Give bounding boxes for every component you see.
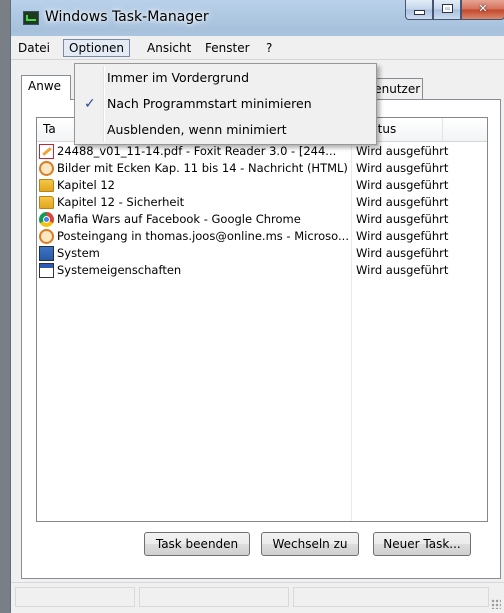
task-name: System [57, 246, 100, 260]
task-name: Mafia Wars auf Facebook - Google Chrome [57, 212, 301, 226]
minimize-button[interactable] [405, 0, 433, 20]
task-list[interactable]: Ta Status 24488_v01_11-14.pdf - Foxit Re… [36, 117, 488, 522]
new-task-button[interactable]: Neuer Task... [373, 532, 471, 556]
menu-datei[interactable]: Datei [13, 39, 55, 57]
menu-help[interactable]: ? [261, 39, 277, 57]
close-icon: ✕ [478, 2, 488, 15]
table-row[interactable]: Bilder mit Ecken Kap. 11 bis 14 - Nachri… [37, 160, 487, 177]
task-name: Systemeigenschaften [57, 263, 182, 277]
menu-item-label: Ausblenden, wenn minimiert [107, 122, 287, 137]
task-status: Wird ausgeführt [356, 246, 449, 260]
close-button[interactable]: ✕ [461, 0, 504, 20]
column-separator[interactable] [442, 118, 443, 141]
menu-ansicht[interactable]: Ansicht [142, 39, 196, 57]
menu-item-hide-when-minimized[interactable]: Ausblenden, wenn minimiert [77, 118, 374, 142]
outlook-icon [39, 229, 54, 244]
task-manager-window: Windows Task-Manager ✕ Datei Optionen An… [10, 0, 504, 613]
status-field [139, 587, 289, 607]
title-bar[interactable]: Windows Task-Manager ✕ [11, 0, 504, 36]
maximize-button[interactable] [433, 0, 461, 20]
table-row[interactable]: Mafia Wars auf Facebook - Google Chrome … [37, 211, 487, 228]
maximize-icon [434, 2, 460, 15]
system-icon [39, 246, 54, 261]
task-status: Wird ausgeführt [356, 195, 449, 209]
table-row[interactable]: Systemeigenschaften Wird ausgeführt [37, 262, 487, 279]
pdf-icon [39, 144, 54, 159]
task-name: Bilder mit Ecken Kap. 11 bis 14 - Nachri… [57, 161, 348, 175]
table-row[interactable]: Kapitel 12 - Sicherheit Wird ausgeführt [37, 194, 487, 211]
task-status: Wird ausgeführt [356, 263, 449, 277]
task-status: Wird ausgeführt [356, 178, 449, 192]
table-row[interactable]: 24488_v01_11-14.pdf - Foxit Reader 3.0 -… [37, 143, 487, 160]
status-field [293, 587, 489, 607]
menu-item-label: Immer im Vordergrund [107, 70, 250, 85]
window-title: Windows Task-Manager [45, 9, 209, 25]
menu-optionen[interactable]: Optionen [63, 39, 131, 57]
task-manager-icon [23, 11, 39, 25]
task-name: Kapitel 12 - Sicherheit [57, 195, 185, 209]
folder-icon [39, 196, 54, 209]
chrome-icon [39, 212, 54, 227]
status-field [15, 587, 135, 607]
html-icon [39, 161, 54, 176]
table-row[interactable]: System Wird ausgeführt [37, 245, 487, 262]
minimize-icon [406, 2, 432, 18]
task-name: Kapitel 12 [57, 178, 115, 192]
status-bar [11, 582, 504, 613]
options-menu-dropdown: Immer im Vordergrund ✓ Nach Programmstar… [74, 63, 377, 145]
menu-bar: Datei Optionen Ansicht Fenster ? [11, 36, 504, 60]
switch-to-button[interactable]: Wechseln zu [261, 532, 359, 556]
menu-item-always-on-top[interactable]: Immer im Vordergrund [77, 66, 374, 90]
end-task-button[interactable]: Task beenden [144, 532, 250, 556]
folder-icon [39, 179, 54, 192]
task-status: Wird ausgeführt [356, 229, 449, 243]
task-name: 24488_v01_11-14.pdf - Foxit Reader 3.0 -… [57, 144, 337, 158]
checkmark-icon: ✓ [84, 96, 96, 112]
task-name: Posteingang in thomas.joos@online.ms - M… [57, 229, 349, 243]
task-status: Wird ausgeführt [356, 212, 449, 226]
table-row[interactable]: Kapitel 12 Wird ausgeführt [37, 177, 487, 194]
window-icon [39, 263, 54, 278]
menu-item-minimize-on-use[interactable]: ✓ Nach Programmstart minimieren [77, 92, 374, 116]
resize-grip[interactable] [491, 599, 501, 609]
task-status: Wird ausgeführt [356, 144, 449, 158]
menu-item-label: Nach Programmstart minimieren [107, 96, 312, 111]
task-status: Wird ausgeführt [356, 161, 449, 175]
tab-anwendungen[interactable]: Anwe [21, 75, 71, 100]
caption-buttons: ✕ [405, 0, 504, 22]
table-row[interactable]: Posteingang in thomas.joos@online.ms - M… [37, 228, 487, 245]
menu-fenster[interactable]: Fenster [200, 39, 255, 57]
